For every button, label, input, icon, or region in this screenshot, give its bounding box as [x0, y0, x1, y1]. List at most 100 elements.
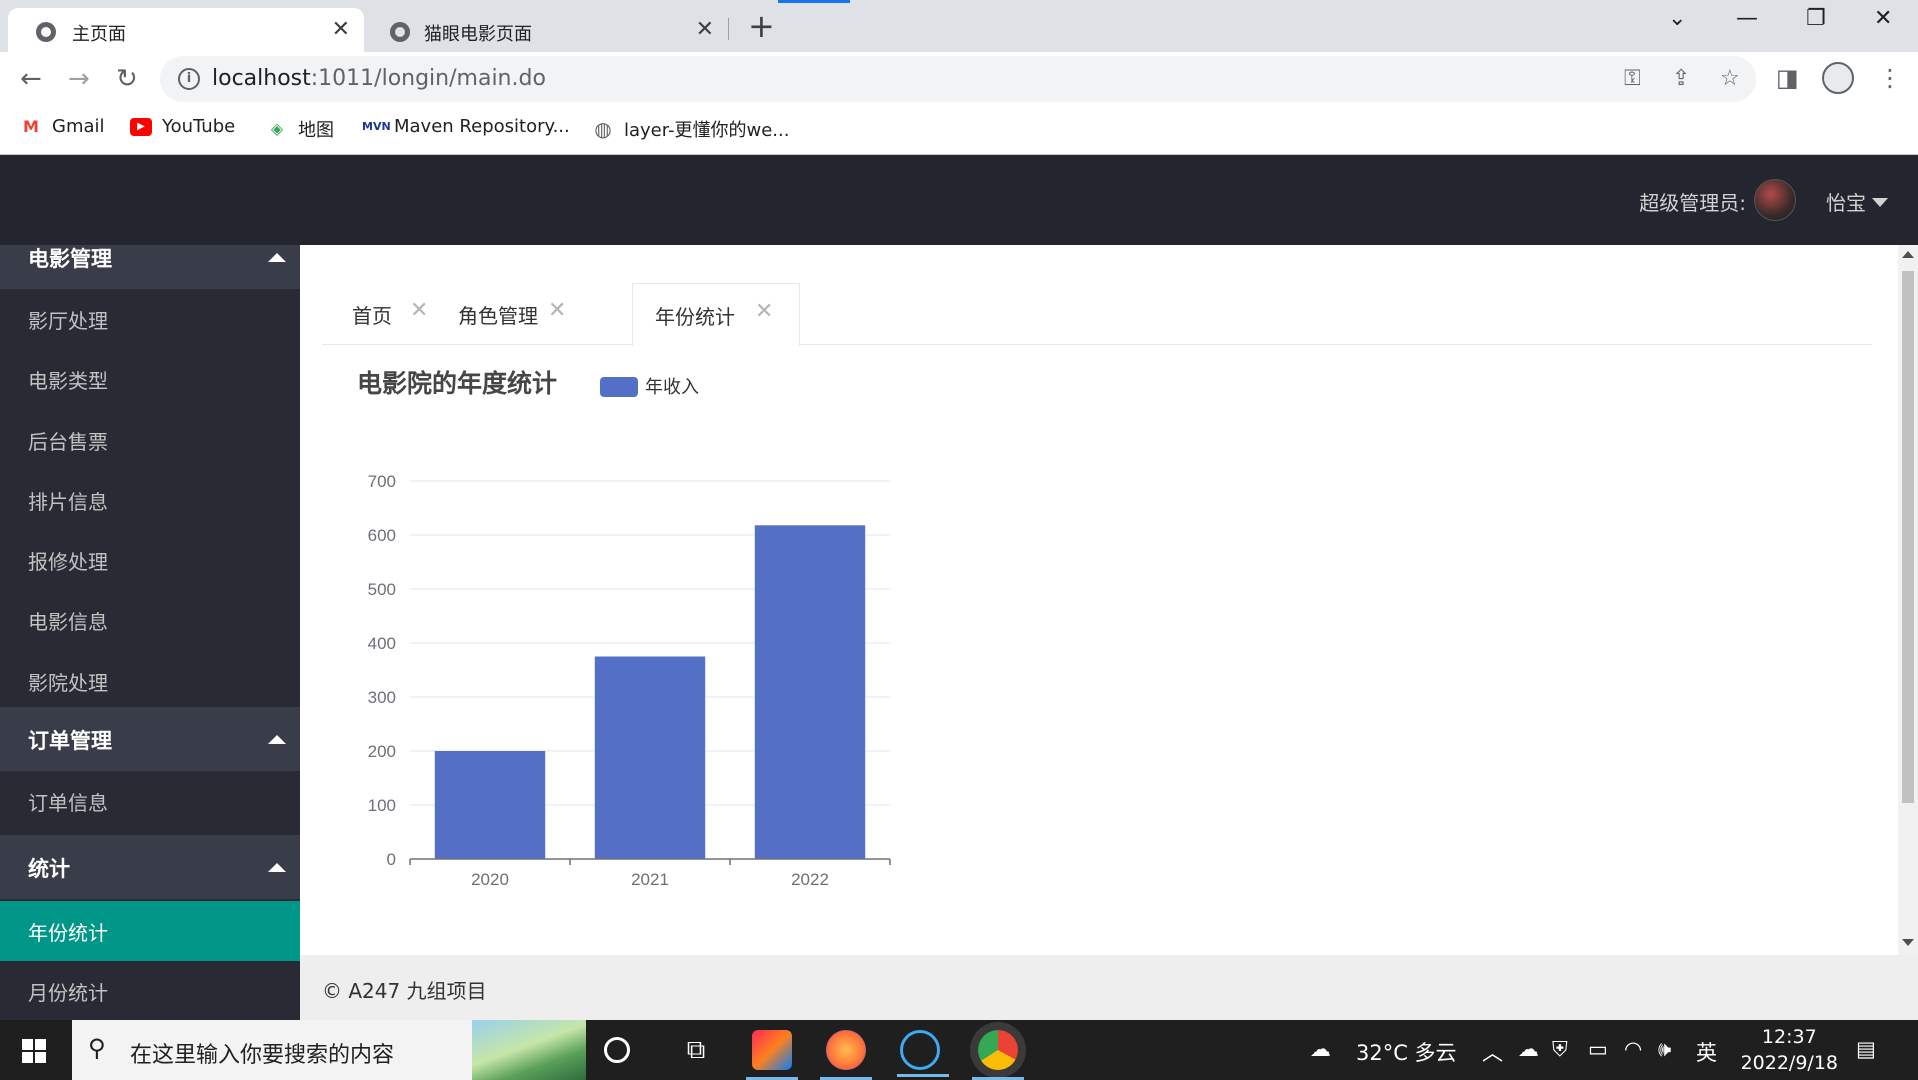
bar-2022	[754, 525, 866, 859]
tab-search-icon[interactable]: ⌄	[1668, 6, 1686, 31]
intellij-icon[interactable]	[746, 1030, 798, 1080]
bookmark-label: YouTube	[162, 116, 236, 137]
bookmark-gmail[interactable]: M Gmail	[20, 116, 104, 137]
volume-icon[interactable]: 🕪	[1658, 1037, 1671, 1062]
ime-indicator[interactable]: 英	[1696, 1037, 1717, 1067]
browser-tab-maoyan[interactable]: 猫眼电影页面 ✕	[364, 8, 728, 52]
chrome-icon[interactable]	[972, 1030, 1024, 1080]
minimize-icon[interactable]: —	[1736, 6, 1758, 31]
admin-avatar[interactable]	[1754, 179, 1796, 221]
weather-icon[interactable]: ☁	[1310, 1037, 1331, 1061]
page-scrollbar[interactable]	[1898, 245, 1918, 955]
url-path: :1011/longin/main.do	[310, 66, 546, 91]
y-tick-label: 500	[368, 580, 396, 599]
reload-icon[interactable]: ↻	[116, 64, 138, 94]
address-bar[interactable]: i localhost:1011/longin/main.do ⚿ ⇪ ☆	[160, 56, 1756, 102]
globe-icon	[390, 22, 410, 42]
globe-icon	[36, 22, 56, 42]
maps-icon: ◈	[270, 119, 284, 138]
browser-tab-main[interactable]: 主页面 ✕	[8, 8, 364, 52]
back-arrow-icon[interactable]: ←	[20, 64, 42, 94]
footer-text: © A247 九组项目	[322, 979, 487, 1003]
sidebar-group-stats[interactable]: 统计	[0, 835, 300, 899]
sidebar-item-movie-type[interactable]: 电影类型	[0, 349, 300, 409]
bookmark-youtube[interactable]: ▶ YouTube	[130, 116, 235, 137]
bookmark-label: layer-更懂你的we...	[624, 120, 790, 141]
scroll-up-arrow-icon[interactable]	[1902, 251, 1914, 258]
notification-icon[interactable]: ▤	[1856, 1037, 1876, 1061]
taskbar-clock[interactable]: 12:37 2022/9/18	[1741, 1024, 1838, 1076]
key-icon[interactable]: ⚿	[1624, 66, 1641, 91]
share-icon[interactable]: ⇪	[1672, 66, 1690, 91]
bookmark-maven[interactable]: MVN Maven Repository...	[362, 116, 570, 137]
chevron-up-icon[interactable]: ︿	[1482, 1037, 1503, 1067]
task-view-icon[interactable]: ⧉	[676, 1030, 716, 1070]
security-icon[interactable]: ⛨	[1552, 1037, 1568, 1062]
sidebar-item-yearly-stats[interactable]: 年份统计	[0, 901, 300, 961]
sidebar-item-schedule[interactable]: 排片信息	[0, 470, 300, 530]
taskbar-search[interactable]: ⚲ 在这里输入你要搜索的内容	[72, 1020, 586, 1080]
tab-label: 首页	[352, 304, 392, 328]
tab-title: 猫眼电影页面	[424, 24, 532, 45]
bookmark-star-icon[interactable]: ☆	[1720, 66, 1740, 91]
window-close-icon[interactable]: ✕	[1874, 6, 1892, 31]
x-tick-label: 2020	[471, 870, 509, 889]
profile-avatar-icon[interactable]	[1822, 62, 1854, 94]
sidebar-item-monthly-stats[interactable]: 月份统计	[0, 961, 300, 1020]
tab-role-management[interactable]: 角色管理 ✕	[442, 283, 594, 345]
sidebar-item-hall[interactable]: 影厅处理	[0, 289, 300, 349]
tab-close-icon[interactable]: ✕	[332, 17, 350, 42]
legend-label[interactable]: 年收入	[645, 377, 699, 397]
admin-name[interactable]: 怡宝	[1826, 187, 1866, 216]
bookmark-label: Maven Repository...	[394, 116, 570, 137]
tab-yearly-stats[interactable]: 年份统计 ✕	[632, 283, 800, 346]
wifi-icon[interactable]: ◠	[1624, 1037, 1642, 1061]
sidebar-item-label: 电影类型	[28, 369, 108, 393]
scroll-thumb[interactable]	[1902, 271, 1914, 803]
sidebar-item-ticketing[interactable]: 后台售票	[0, 410, 300, 470]
close-icon[interactable]: ✕	[755, 299, 773, 324]
sidebar-group-order[interactable]: 订单管理	[0, 707, 300, 771]
browser-tabstrip: 主页面 ✕ 猫眼电影页面 ✕ + ⌄ — ❐ ✕	[0, 0, 1918, 52]
tab-separator	[728, 18, 729, 40]
caret-down-icon[interactable]	[1872, 198, 1888, 207]
menu-kebab-icon[interactable]: ⋮	[1878, 64, 1902, 92]
sidebar-item-order-info[interactable]: 订单信息	[0, 771, 300, 831]
forward-arrow-icon[interactable]: →	[68, 64, 90, 94]
navicat-icon[interactable]	[897, 1030, 949, 1077]
sidebar-item-repair[interactable]: 报修处理	[0, 530, 300, 590]
cortana-icon[interactable]	[604, 1037, 630, 1063]
close-icon[interactable]: ✕	[548, 298, 566, 323]
site-info-icon[interactable]: i	[178, 68, 200, 90]
search-highlight-image	[472, 1020, 586, 1080]
tab-home[interactable]: 首页 ✕	[322, 283, 442, 345]
legend-swatch[interactable]	[600, 377, 638, 397]
bookmark-layer[interactable]: ◍ layer-更懂你的we...	[592, 116, 789, 142]
scroll-down-arrow-icon[interactable]	[1902, 939, 1914, 946]
sidebar-item-label: 年份统计	[28, 921, 108, 945]
close-icon[interactable]: ✕	[410, 298, 428, 323]
x-tick-label: 2021	[631, 870, 669, 889]
url-text[interactable]: localhost:1011/longin/main.do	[212, 66, 546, 91]
battery-icon[interactable]: ▭	[1588, 1037, 1608, 1061]
tab-close-icon[interactable]: ✕	[696, 17, 714, 42]
restore-icon[interactable]: ❐	[1806, 6, 1826, 31]
onedrive-icon[interactable]: ☁	[1518, 1037, 1539, 1061]
bookmark-maps[interactable]: ◈ 地图	[266, 116, 334, 142]
firefox-icon[interactable]	[820, 1030, 872, 1080]
maven-icon: MVN	[362, 119, 391, 133]
sidebar-item-label: 电影信息	[28, 610, 108, 634]
bar-2021	[594, 656, 706, 859]
windows-start-icon[interactable]	[22, 1039, 46, 1063]
side-panel-icon[interactable]: ◨	[1776, 64, 1799, 92]
sidebar-item-label: 影厅处理	[28, 309, 108, 333]
yearly-revenue-chart: 电影院的年度统计 年收入 0 100 200 300 400 500 600 700 2020 2…	[357, 369, 891, 889]
sidebar-item-cinema[interactable]: 影院处理	[0, 651, 300, 711]
gmail-icon: M	[23, 116, 39, 136]
sidebar-item-movie-info[interactable]: 电影信息	[0, 590, 300, 650]
sidebar-group-label: 订单管理	[28, 729, 112, 753]
sidebar-group-movie[interactable]: 电影管理	[0, 245, 300, 289]
bar-2020	[434, 751, 546, 859]
new-tab-button[interactable]: +	[748, 8, 775, 44]
weather-text[interactable]: 32°C 多云	[1356, 1037, 1457, 1067]
